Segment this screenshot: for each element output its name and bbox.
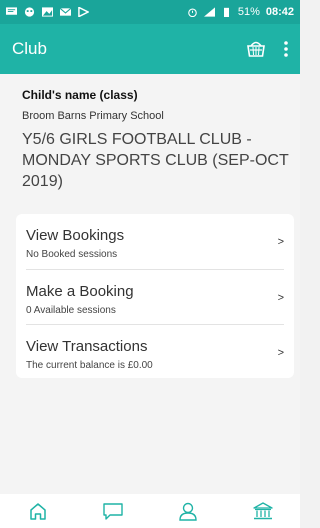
menu-item-label: View Transactions (26, 338, 148, 355)
battery-icon (223, 7, 229, 17)
alarm-icon (188, 8, 197, 17)
school-name: Broom Barns Primary School (22, 110, 164, 122)
nav-messages[interactable] (93, 494, 133, 528)
view-bookings-row[interactable]: View Bookings No Booked sessions > (16, 214, 294, 269)
bottom-navigation (0, 494, 300, 528)
chevron-right-icon: > (277, 236, 284, 248)
more-options-button[interactable] (284, 41, 288, 57)
basket-icon (247, 41, 265, 57)
chevron-right-icon: > (277, 292, 284, 304)
nav-home[interactable] (18, 494, 58, 528)
content-area: Child's name (class) Broom Barns Primary… (0, 74, 300, 494)
menu-item-subtitle: The current balance is £0.00 (26, 360, 153, 371)
chat-icon (102, 503, 123, 520)
face-icon (24, 7, 35, 17)
nav-bank[interactable] (243, 494, 283, 528)
page-title: Club (12, 39, 47, 58)
signal-icon (203, 7, 215, 17)
nav-profile[interactable] (168, 494, 208, 528)
mail-icon (60, 7, 71, 16)
menu-item-subtitle: No Booked sessions (26, 249, 118, 260)
menu-item-label: View Bookings (26, 227, 125, 244)
club-menu-card: View Bookings No Booked sessions > Make … (16, 214, 294, 378)
make-booking-row[interactable]: Make a Booking 0 Available sessions > (16, 270, 294, 325)
profile-icon (178, 502, 197, 521)
menu-item-label: Make a Booking (26, 283, 134, 300)
home-icon (29, 503, 46, 520)
battery-percent: 51% (237, 6, 260, 18)
clock: 08:42 (265, 6, 294, 18)
menu-item-subtitle: 0 Available sessions (26, 305, 116, 316)
basket-button[interactable] (246, 40, 266, 58)
app-bar: Club (0, 24, 300, 74)
child-name: Child's name (class) (22, 88, 138, 102)
more-vert-icon (284, 41, 288, 57)
play-icon (78, 7, 89, 17)
club-title: Y5/6 GIRLS FOOTBALL CLUB - MONDAY SPORTS… (22, 131, 289, 190)
image-icon (42, 7, 53, 17)
bank-icon (252, 502, 273, 520)
view-transactions-row[interactable]: View Transactions The current balance is… (16, 325, 294, 380)
status-bar: 51% 08:42 (0, 0, 300, 24)
message-icon (6, 7, 17, 15)
chevron-right-icon: > (277, 347, 284, 359)
